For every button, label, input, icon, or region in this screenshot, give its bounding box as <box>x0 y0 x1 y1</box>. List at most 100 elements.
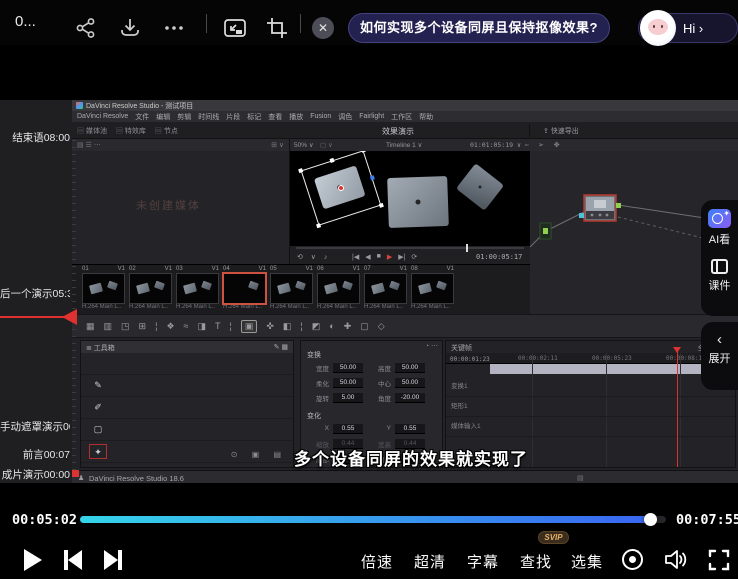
ai-assistant-button[interactable]: Hi › <box>638 13 738 43</box>
clip-number: 07 <box>364 266 371 273</box>
picture-in-picture-icon[interactable] <box>222 15 248 41</box>
clip-track: V1 <box>306 266 313 273</box>
inspector-row: 旋转5.00 角度-20.00 <box>301 390 442 405</box>
menu-item: Fairlight <box>359 113 384 120</box>
chapter-marker[interactable]: 前言00:07 <box>0 447 70 462</box>
chapter-marker[interactable]: 成片演示00:00 <box>0 467 70 482</box>
chapter-progress-line <box>0 316 66 318</box>
clip-number: 04 <box>223 266 230 273</box>
clip-codec-caption: H.264 Main L.. <box>82 304 125 312</box>
quality-button[interactable]: 超清 <box>414 551 446 572</box>
clip-cell: 05V1 H.264 Main L.. <box>268 265 315 314</box>
fusion-tool-icon: ◐ <box>329 321 334 331</box>
toolbox-list: ✎ ✐ ▢ ✦ <box>81 353 293 463</box>
play-button[interactable] <box>24 549 42 571</box>
chevron-left-icon: ‹ <box>717 332 722 347</box>
ai-view-label[interactable]: AI看 <box>709 231 730 247</box>
ai-greeting: Hi › <box>683 21 703 36</box>
playback-speed-button[interactable]: 倍速 <box>361 551 393 572</box>
clip-thumbnail <box>364 273 407 304</box>
chapter-marker[interactable]: 后一个演示05:39 <box>0 286 70 301</box>
chapter-rail: 结束语08:00 后一个演示05:39 手动遮罩演示00:19 前言00:07 成片演示… <box>0 100 72 483</box>
top-toolbar: 0... ✕ 如何实现多个设备同屏且保持抠像效果? Hi › <box>0 0 738 45</box>
episodes-button[interactable]: 选集 <box>571 551 603 572</box>
find-button[interactable]: 查找 <box>520 551 552 572</box>
node-output <box>616 203 621 208</box>
toolbox-row-icon: ✦ <box>89 444 107 459</box>
subtitles-button[interactable]: 字幕 <box>467 551 499 572</box>
chapter-marker[interactable]: 手动遮罩演示00:19 <box>0 419 70 434</box>
inspector-header-icons: ◔ ⋯ <box>425 342 438 350</box>
toolbox-row: ✐ <box>81 397 293 419</box>
previous-episode-button[interactable] <box>64 550 82 570</box>
node-input <box>579 213 584 218</box>
fusion-tool-icon: ≈ <box>184 321 189 331</box>
ai-view-icon[interactable] <box>708 209 731 228</box>
progress-knob[interactable] <box>644 513 657 526</box>
screencast-icon[interactable] <box>622 549 643 570</box>
chapter-marker[interactable]: 结束语08:00 <box>0 130 70 145</box>
total-time: 00:07:55 <box>676 512 738 528</box>
clip-track: V1 <box>212 266 219 273</box>
close-icon[interactable]: ✕ <box>312 17 334 39</box>
toolbox-row-icon: ✐ <box>89 400 107 415</box>
ruler-tick-label: 00:00:02:11 <box>518 355 558 362</box>
video-surface[interactable]: 结束语08:00 后一个演示05:39 手动遮罩演示00:19 前言00:07 成片演示… <box>0 45 738 505</box>
crop-icon[interactable] <box>264 15 290 41</box>
viewer-zoom-select: 50% ∨ <box>294 141 314 149</box>
keyframes-title: 关键帧 <box>451 343 472 353</box>
param-label: 宽度 <box>305 363 329 373</box>
fullscreen-icon[interactable] <box>708 549 730 571</box>
toolbox-footer-icons: ⊙ ▣ ▤ <box>231 450 287 459</box>
param-value: 50.00 <box>333 378 363 388</box>
keyframe-track-row: 媒体输入1 <box>446 417 735 437</box>
clip-codec-caption: H.264 Main L.. <box>364 304 407 312</box>
ai-question-button[interactable]: 如何实现多个设备同屏且保持抠像效果? <box>348 13 610 43</box>
loop-icon: ⟳ <box>411 253 417 261</box>
more-options-icon[interactable] <box>162 16 186 40</box>
media-pool-placeholder: 未创建媒体 <box>136 197 201 213</box>
next-episode-button[interactable] <box>104 550 122 570</box>
progress-bar[interactable] <box>80 516 666 523</box>
laptop-right <box>456 163 504 210</box>
param-value: 50.00 <box>333 363 363 373</box>
menu-bar: DaVinci Resolve文件编辑剪辑时间线片段标记查看播放Fusion调色… <box>72 111 738 122</box>
clip-codec-caption: H.264 Main L.. <box>176 304 219 312</box>
volume-icon[interactable] <box>663 548 689 571</box>
share-icon[interactable] <box>74 16 98 40</box>
ruler-tick-label: 00:00:08:11 <box>666 355 706 362</box>
app-icon <box>76 102 83 109</box>
courseware-icon[interactable] <box>711 259 728 274</box>
keyframes-highlight-band <box>490 364 735 374</box>
toolbox-row: ▢ <box>81 419 293 441</box>
fusion-tool-icon: ❖ <box>166 321 174 332</box>
menu-item: DaVinci Resolve <box>77 113 128 120</box>
menu-item: 文件 <box>135 112 149 122</box>
toolbar-divider <box>300 14 301 33</box>
inspector-section-title: 变换 <box>307 350 321 360</box>
param-label: 旋转 <box>305 393 329 403</box>
fusion-tool-icon: T <box>215 321 221 331</box>
window-titlebar: DaVinci Resolve Studio - 测试项目 <box>72 100 738 111</box>
clip-thumbnail <box>317 273 360 304</box>
toolbox-row-icon <box>89 356 107 371</box>
toolbox-row: ✎ <box>81 375 293 397</box>
window-title: DaVinci Resolve Studio - 测试项目 <box>86 101 193 111</box>
viewer-current-timecode: 01:00:05:17 <box>476 253 522 261</box>
fusion-tool-icon: ¦ <box>155 321 157 331</box>
courseware-label[interactable]: 课件 <box>709 277 731 293</box>
clip-cell: 01V1 H.264 Main L.. <box>80 265 127 314</box>
fusion-tool-icon: ◧ <box>283 321 292 332</box>
header-button: 特效库 <box>116 126 146 136</box>
fusion-tool-icon: ◩ <box>312 321 321 332</box>
clip-codec-caption: H.264 Main L.. <box>223 304 266 312</box>
vertical-ruler <box>72 140 76 470</box>
side-panel-expand[interactable]: ‹ 展开 <box>701 322 738 390</box>
viewer-timeline-select: Timeline 1 ∨ <box>386 141 422 149</box>
fusion-tool-icon: ◨ <box>197 321 206 332</box>
timeline-edge-marker <box>72 470 79 477</box>
clip-number: 05 <box>270 266 277 273</box>
param-label: Y <box>367 425 391 432</box>
download-icon[interactable] <box>118 16 142 40</box>
param-label: 柔化 <box>305 378 329 388</box>
